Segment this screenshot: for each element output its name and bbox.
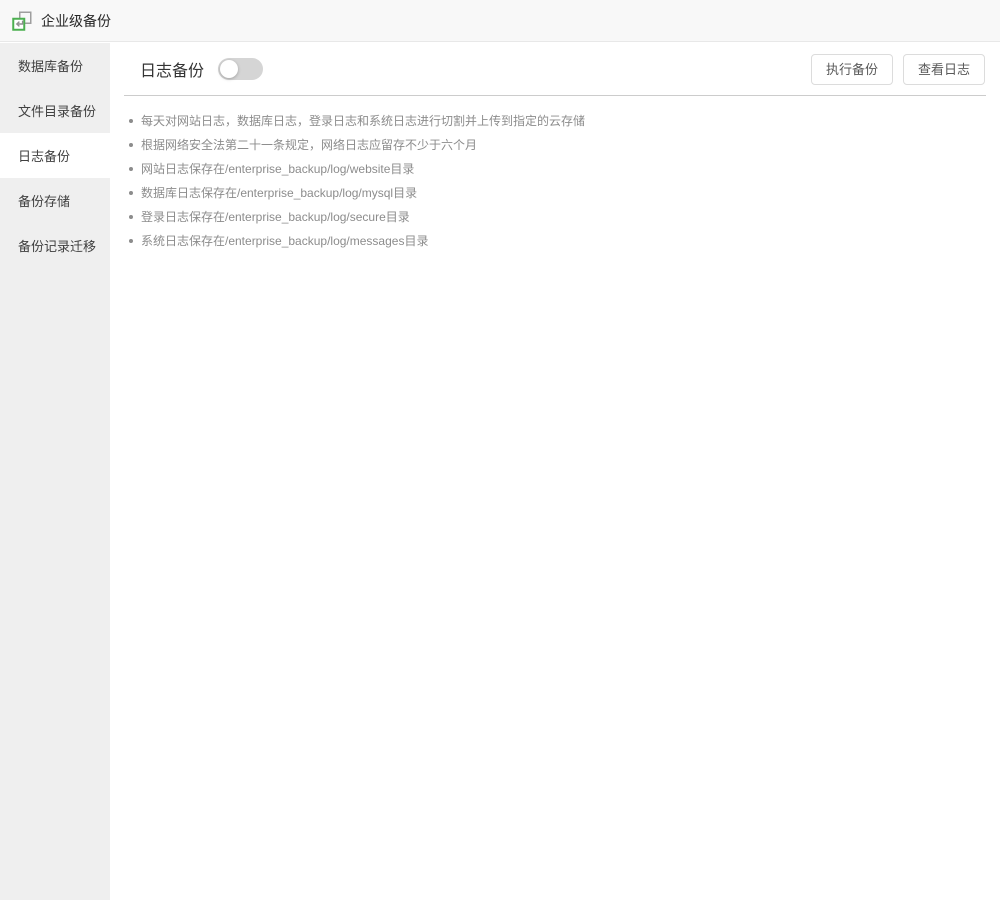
sidebar-item-database-backup[interactable]: 数据库备份 xyxy=(0,43,110,88)
sidebar-item-label: 数据库备份 xyxy=(18,56,83,75)
notes-list: 每天对网站日志，数据库日志，登录日志和系统日志进行切割并上传到指定的云存储 根据… xyxy=(110,109,1000,253)
toggle-knob xyxy=(220,60,238,78)
log-backup-toggle[interactable] xyxy=(218,58,263,80)
note-item: 根据网络安全法第二十一条规定，网络日志应留存不少于六个月 xyxy=(129,133,1000,157)
note-item: 登录日志保存在/enterprise_backup/log/secure目录 xyxy=(129,205,1000,229)
main-content: 日志备份 执行备份 查看日志 每天对网站日志，数据库日志，登录日志和系统日志进行… xyxy=(110,43,1000,900)
page-title: 日志备份 xyxy=(140,57,204,81)
toolbar-divider xyxy=(124,95,986,96)
sidebar-item-label: 文件目录备份 xyxy=(18,101,96,120)
run-backup-button[interactable]: 执行备份 xyxy=(811,54,893,85)
sidebar-item-label: 备份存储 xyxy=(18,191,70,210)
sidebar-item-label: 日志备份 xyxy=(18,146,70,165)
view-logs-button[interactable]: 查看日志 xyxy=(903,54,985,85)
app-header: 企业级备份 xyxy=(0,0,1000,42)
sidebar: 数据库备份 文件目录备份 日志备份 备份存储 备份记录迁移 xyxy=(0,43,110,900)
note-item: 系统日志保存在/enterprise_backup/log/messages目录 xyxy=(129,229,1000,253)
overlapping-squares-import-icon xyxy=(12,11,32,31)
note-item: 网站日志保存在/enterprise_backup/log/website目录 xyxy=(129,157,1000,181)
sidebar-item-backup-storage[interactable]: 备份存储 xyxy=(0,178,110,223)
sidebar-item-label: 备份记录迁移 xyxy=(18,236,96,255)
sidebar-item-file-directory-backup[interactable]: 文件目录备份 xyxy=(0,88,110,133)
sidebar-item-log-backup[interactable]: 日志备份 xyxy=(0,133,110,178)
toolbar: 日志备份 执行备份 查看日志 xyxy=(110,43,1000,95)
app-title: 企业级备份 xyxy=(41,11,111,31)
note-item: 数据库日志保存在/enterprise_backup/log/mysql目录 xyxy=(129,181,1000,205)
note-item: 每天对网站日志，数据库日志，登录日志和系统日志进行切割并上传到指定的云存储 xyxy=(129,109,1000,133)
sidebar-item-backup-record-migration[interactable]: 备份记录迁移 xyxy=(0,223,110,268)
